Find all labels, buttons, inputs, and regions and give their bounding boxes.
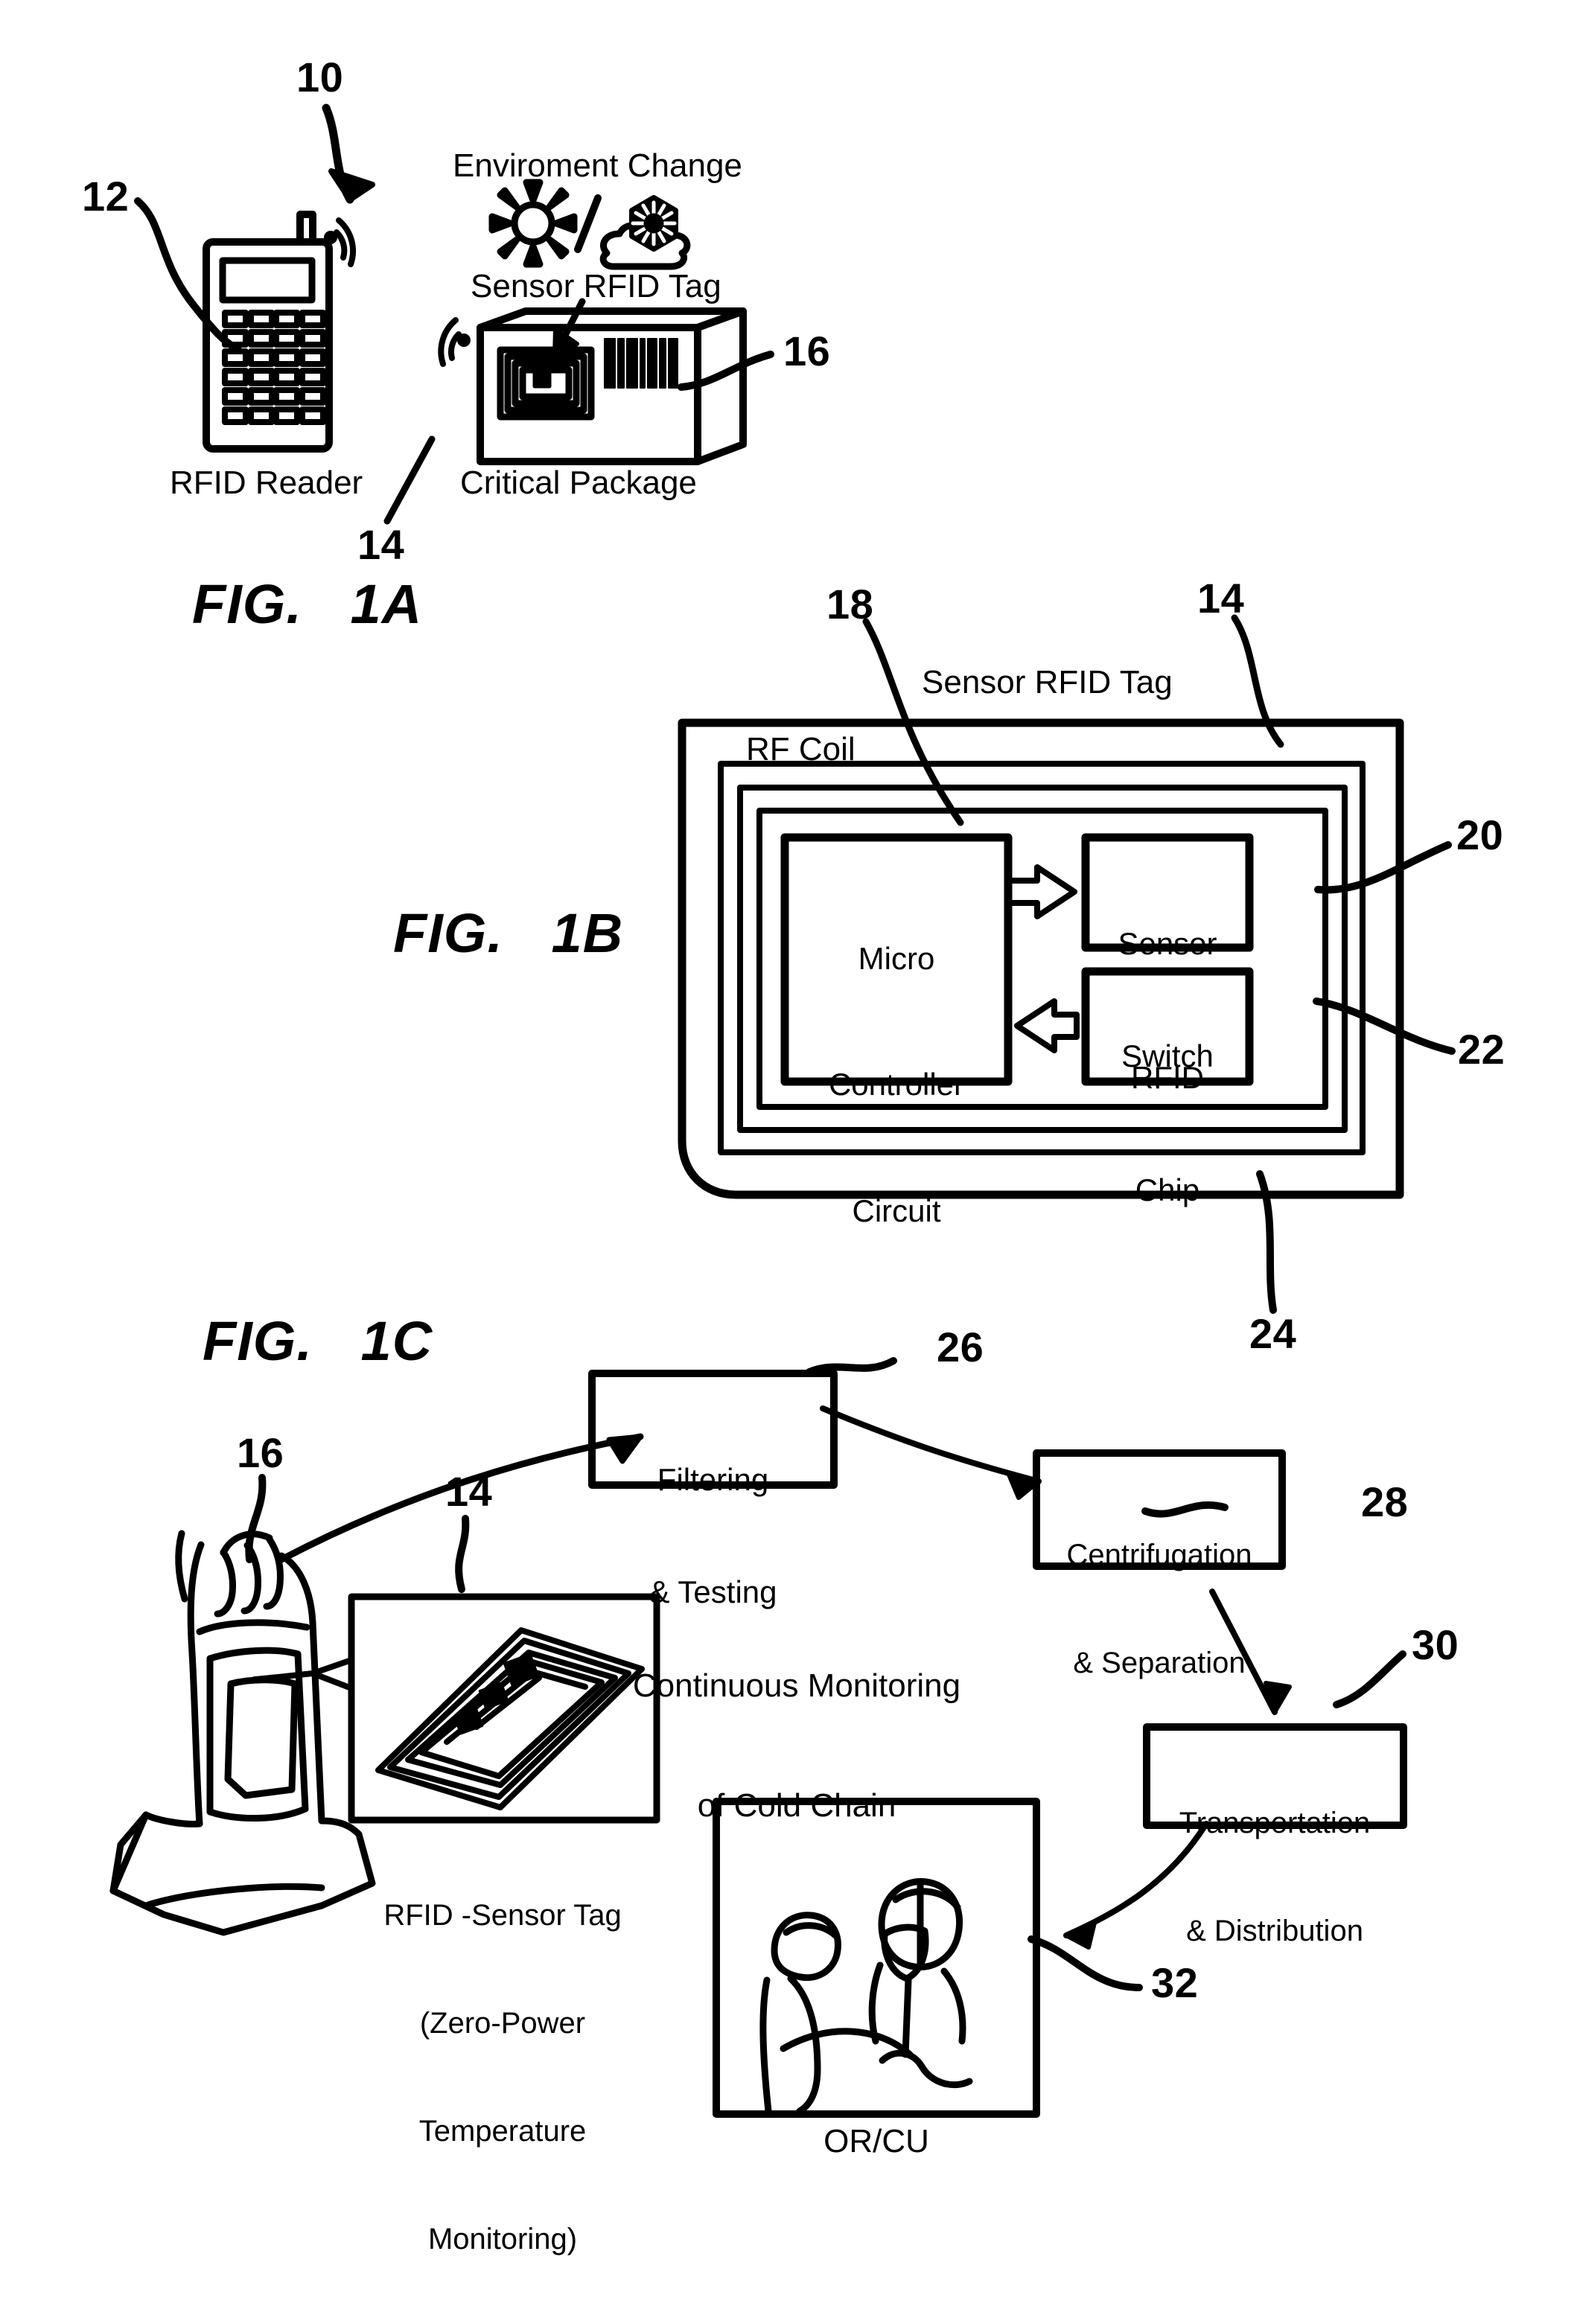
reference-number-18: 18 — [826, 581, 874, 628]
critical-package-label: Critical Package — [460, 465, 697, 501]
figure-caption-1a: FIG. 1A — [192, 573, 423, 635]
rfid-chip-line-2: Chip — [1135, 1172, 1200, 1208]
reference-number-30: 30 — [1412, 1621, 1459, 1668]
sensor-rfid-tag-label-fig1a: Sensor RFID Tag — [471, 268, 721, 304]
sensor-rfid-tag-title-fig1b: Sensor RFID Tag — [922, 664, 1173, 700]
reference-number-22: 22 — [1458, 1026, 1506, 1073]
reference-number-20: 20 — [1456, 811, 1504, 858]
mcu-line-1: Micro — [858, 940, 935, 976]
tag-caption-line-2: (Zero-Power — [419, 2006, 586, 2040]
reference-number-14-fig1b: 14 — [1197, 575, 1245, 622]
reference-number-28: 28 — [1361, 1478, 1409, 1525]
patent-figure-sheet: 10 12 14 16 Enviroment Change Sensor RFI… — [0, 0, 1574, 2256]
reference-number-14-fig1c: 14 — [445, 1468, 493, 1515]
figure-caption-1c: FIG. 1C — [203, 1310, 433, 1372]
tag-caption-line-3: Temperature — [418, 2114, 587, 2148]
reference-number-16-fig1a: 16 — [783, 328, 831, 374]
transportation-line-2: & Distribution — [1186, 1914, 1363, 1947]
micro-controller-circuit-box-label: Micro Controller Circuit — [785, 869, 1008, 1300]
environment-change-label: Enviroment Change — [453, 147, 742, 184]
sensor-switch-line-1: Sensor — [1118, 925, 1217, 961]
process-box-centrifugation-separation: Centrifugation & Separation — [1029, 1471, 1290, 1749]
filtering-line-1: Filtering — [657, 1461, 769, 1497]
reference-number-12: 12 — [82, 173, 130, 220]
orcu-label: OR/CU — [823, 2123, 929, 2159]
tag-caption-line-4: Monitoring) — [427, 2222, 578, 2256]
transportation-line-1: Transportation — [1179, 1807, 1371, 1840]
reference-number-24: 24 — [1249, 1310, 1297, 1357]
rfid-chip-box-label: RFID Chip — [1086, 989, 1249, 1280]
rf-coil-label: RF Coil — [746, 731, 855, 767]
mcu-line-2: Controller — [828, 1067, 965, 1102]
reference-number-26: 26 — [937, 1324, 984, 1370]
centrifugation-line-1: Centrifugation — [1066, 1539, 1252, 1572]
figure-caption-1b: FIG. 1B — [393, 902, 624, 964]
process-box-transportation-distribution: Transportation & Distribution — [1141, 1739, 1409, 2017]
rfid-sensor-tag-caption: RFID -Sensor Tag (Zero-Power Temperature… — [328, 1831, 678, 2324]
tag-caption-line-1: RFID -Sensor Tag — [383, 1899, 622, 1932]
monitoring-line-2: of Cold Chain — [697, 1787, 896, 1824]
mcu-line-3: Circuit — [852, 1193, 941, 1228]
rfid-reader-label: RFID Reader — [170, 465, 363, 501]
reference-number-14-fig1a: 14 — [357, 521, 405, 568]
centrifugation-line-2: & Separation — [1073, 1646, 1246, 1679]
rfid-chip-line-1: RFID — [1131, 1059, 1204, 1095]
monitoring-line-1: Continuous Monitoring — [632, 1667, 961, 1705]
reference-number-16-fig1c: 16 — [237, 1429, 284, 1476]
reference-number-10: 10 — [296, 54, 344, 100]
